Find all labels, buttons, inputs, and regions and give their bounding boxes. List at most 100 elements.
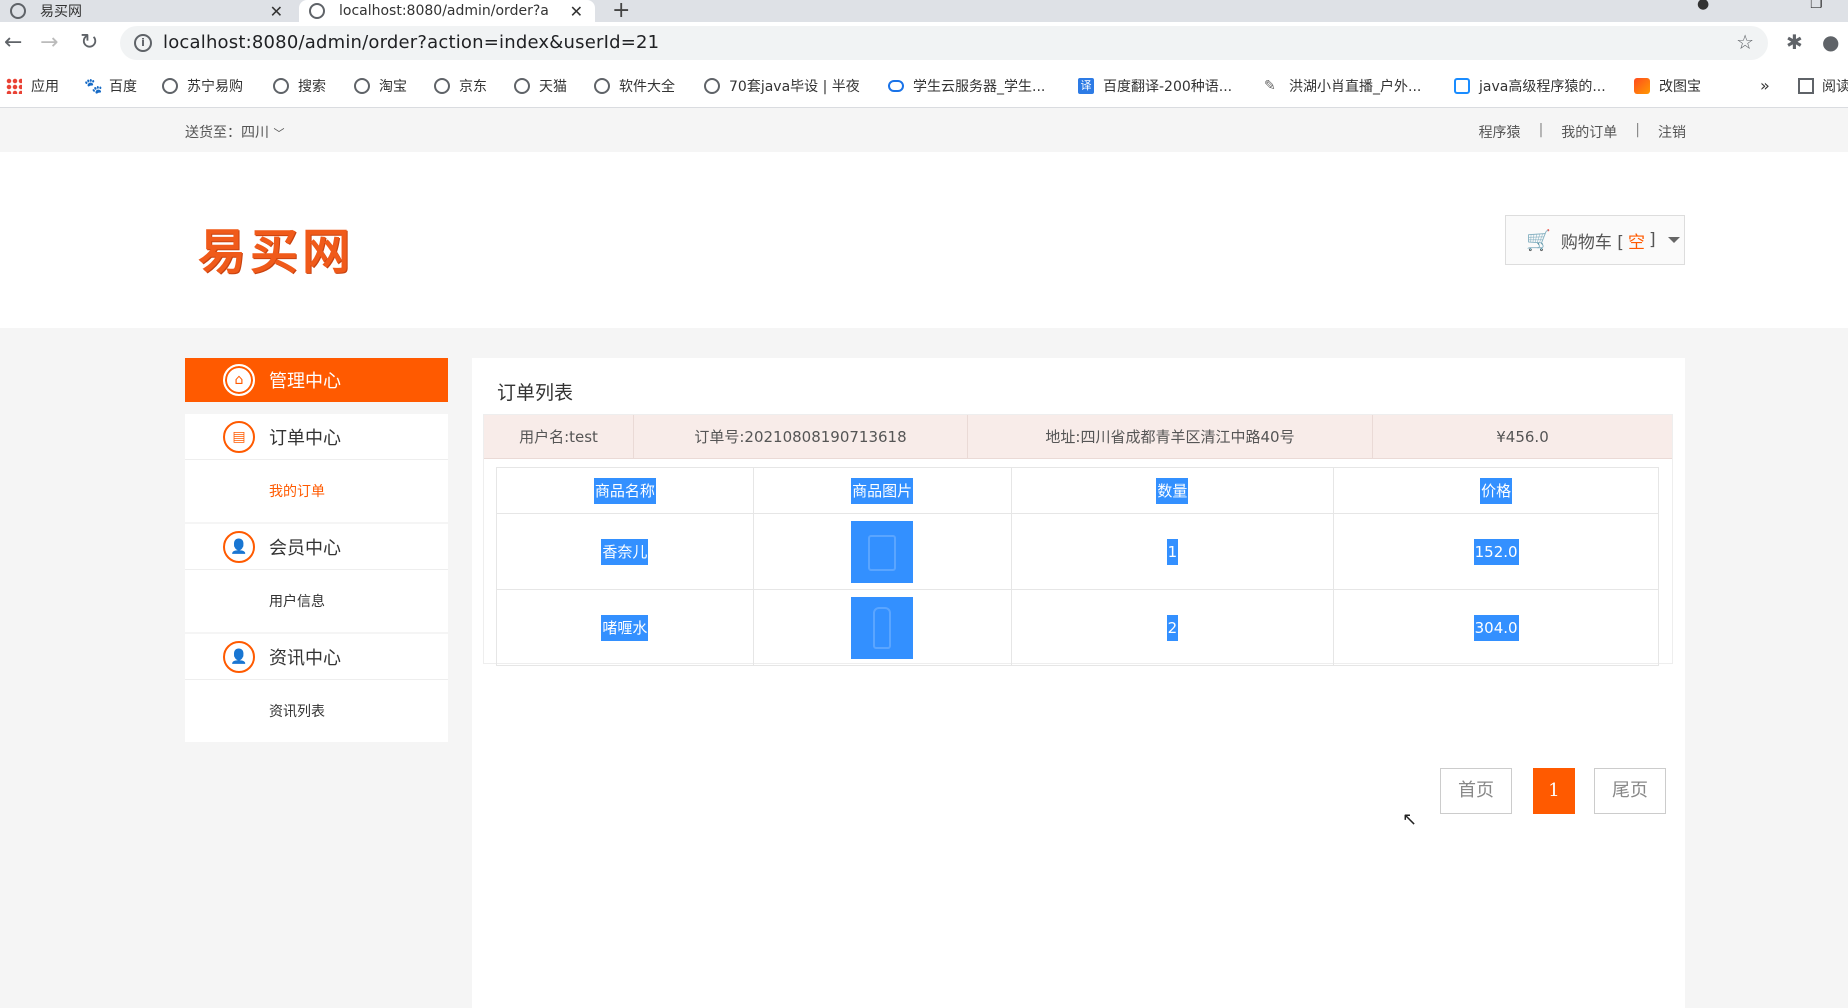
- cart-button[interactable]: 🛒 购物车 [ 空 ]: [1505, 215, 1685, 265]
- bookmark-label: java高级程序猿的...: [1479, 79, 1606, 95]
- price-value: 152.0: [1473, 538, 1519, 565]
- reading-list-label: 阅读: [1822, 79, 1848, 95]
- column-header-label: 数量: [1156, 478, 1189, 504]
- feather-icon: ✎: [1264, 78, 1276, 94]
- bookmark-label: 京东: [459, 79, 487, 95]
- translate-icon: 译: [1078, 78, 1094, 94]
- order-address: 地址:四川省成都青羊区清江中路40号: [968, 415, 1373, 459]
- chevron-down-icon: ﹀: [273, 127, 285, 140]
- profile-menu-icon[interactable]: ●: [1697, 0, 1709, 12]
- url-bar[interactable]: i localhost:8080/admin/order?action=inde…: [120, 26, 1768, 60]
- username-link[interactable]: 程序猿: [1479, 122, 1521, 142]
- sidebar-item-news-list[interactable]: 资讯列表: [185, 680, 448, 742]
- bookmarks-bar: 应用 🐾 百度 苏宁易购 搜索 淘宝 京东 天猫 软件大全 70套java毕设 |…: [0, 64, 1848, 108]
- sidebar-item-label: 管理中心: [269, 371, 341, 392]
- globe-icon: [309, 3, 325, 19]
- sidebar-item-admin-center[interactable]: ⌂ 管理中心: [185, 358, 448, 402]
- reading-list-button[interactable]: 阅读: [1798, 76, 1848, 96]
- address-toolbar: ← → ↻ i localhost:8080/admin/order?actio…: [0, 22, 1848, 64]
- site-header: 易买网 🛒 购物车 [ 空 ]: [0, 152, 1848, 328]
- bookmark-baidu-translate[interactable]: 译百度翻译-200种语...: [1078, 76, 1232, 96]
- bookmark-tmall[interactable]: 天猫: [514, 76, 567, 96]
- tab-title: 易买网: [40, 4, 82, 20]
- main-area: ⌂ 管理中心 ▤ 订单中心 我的订单 👤 会员中心 用户信息 👤 资讯中心 资讯…: [0, 328, 1848, 1008]
- sidebar-section-header[interactable]: ▤ 订单中心: [185, 414, 448, 460]
- close-icon[interactable]: ✕: [270, 2, 283, 21]
- sidebar-section-title: 订单中心: [269, 427, 341, 449]
- tab-admin-order[interactable]: localhost:8080/admin/order?a ✕: [299, 0, 595, 22]
- product-name[interactable]: 香奈儿: [601, 539, 649, 565]
- product-name[interactable]: 啫喱水: [601, 615, 649, 641]
- bookmark-software[interactable]: 软件大全: [594, 76, 675, 96]
- bookmark-suning[interactable]: 苏宁易购: [162, 76, 243, 96]
- bookmark-label: 淘宝: [379, 79, 407, 95]
- divider: |: [1635, 122, 1640, 138]
- bookmark-java-projects[interactable]: 70套java毕设 | 半夜: [704, 76, 860, 96]
- bookmark-label: 洪湖小肖直播_户外...: [1289, 79, 1422, 95]
- order-icon: ▤: [223, 420, 255, 453]
- bookmark-jd[interactable]: 京东: [434, 76, 487, 96]
- globe-icon: [162, 78, 178, 94]
- forward-icon[interactable]: →: [40, 30, 58, 55]
- pager-page-1[interactable]: 1: [1533, 768, 1575, 814]
- bookmark-label: 百度翻译-200种语...: [1103, 79, 1233, 95]
- back-icon[interactable]: ←: [4, 30, 22, 55]
- globe-icon: [273, 78, 289, 94]
- deliver-to-selector[interactable]: 送货至：四川 ﹀: [185, 122, 284, 142]
- my-orders-link[interactable]: 我的订单: [1561, 122, 1617, 142]
- page-title: 订单列表: [497, 382, 574, 404]
- sidebar-section-title: 资讯中心: [269, 647, 341, 669]
- site-logo[interactable]: 易买网: [198, 212, 354, 282]
- mouse-cursor-icon: ↖: [1402, 809, 1418, 830]
- bookmark-search[interactable]: 搜索: [273, 76, 326, 96]
- perfume-bottle-icon: [868, 534, 897, 571]
- column-header: 价格: [1333, 467, 1659, 514]
- bookmark-apps[interactable]: 应用: [6, 76, 59, 96]
- sidebar-section-header[interactable]: 👤 资讯中心: [185, 634, 448, 680]
- product-image-cell: [752, 513, 1012, 590]
- bookmark-java-senior[interactable]: java高级程序猿的...: [1454, 76, 1606, 96]
- pager-last-button[interactable]: 尾页: [1594, 768, 1666, 814]
- sidebar-section-header[interactable]: 👤 会员中心: [185, 524, 448, 570]
- sidebar-section-news: 👤 资讯中心 资讯列表: [185, 634, 448, 742]
- column-header-label: 商品图片: [851, 478, 914, 504]
- sidebar-item-user-info[interactable]: 用户信息: [185, 570, 448, 632]
- product-name-cell: 香奈儿: [496, 513, 754, 590]
- bookmark-taobao[interactable]: 淘宝: [354, 76, 407, 96]
- quantity-cell: 1: [1010, 513, 1335, 590]
- close-icon[interactable]: ✕: [570, 2, 583, 21]
- bookmark-baidu[interactable]: 🐾 百度: [84, 76, 137, 96]
- sidebar-item-my-orders[interactable]: 我的订单: [185, 460, 448, 522]
- globe-icon: [704, 78, 720, 94]
- deliver-to-label: 送货至：四川: [185, 125, 269, 141]
- reload-icon[interactable]: ↻: [80, 30, 98, 55]
- bookmark-star-icon[interactable]: ☆: [1736, 30, 1754, 54]
- restore-window-icon[interactable]: ❐: [1810, 0, 1823, 12]
- globe-icon: [10, 3, 26, 19]
- profile-avatar-icon[interactable]: ●: [1822, 30, 1839, 54]
- caret-down-icon: [1667, 237, 1680, 243]
- sidebar-section-title: 会员中心: [269, 537, 341, 559]
- pager-first-button[interactable]: 首页: [1440, 768, 1512, 814]
- bookmark-honghu-live[interactable]: ✎ 洪湖小肖直播_户外...: [1264, 76, 1421, 96]
- bookmark-student-cloud[interactable]: 学生云服务器_学生...: [888, 76, 1045, 96]
- cloud-icon: [888, 80, 904, 92]
- user-icon: 👤: [223, 640, 255, 673]
- user-links: 程序猿 | 我的订单 | 注销: [1479, 122, 1686, 142]
- price-value: 304.0: [1473, 614, 1519, 641]
- product-image[interactable]: [851, 520, 914, 583]
- order-list-panel: 订单列表 用户名:test 订单号:20210808190713618 地址:四…: [472, 358, 1685, 1008]
- order-number: 订单号:20210808190713618: [634, 415, 968, 459]
- new-tab-button[interactable]: +: [612, 0, 630, 23]
- site-info-icon[interactable]: i: [134, 34, 152, 52]
- extensions-puzzle-icon[interactable]: ✱: [1786, 30, 1803, 54]
- bookmark-gaitubao[interactable]: 改图宝: [1634, 76, 1701, 96]
- order-summary-row: 用户名:test 订单号:20210808190713618 地址:四川省成都青…: [484, 415, 1672, 459]
- product-image[interactable]: [851, 596, 914, 659]
- logout-link[interactable]: 注销: [1658, 122, 1686, 142]
- tab-title: localhost:8080/admin/order?a: [339, 3, 549, 19]
- bookmarks-overflow-button[interactable]: »: [1760, 76, 1770, 95]
- url-text[interactable]: localhost:8080/admin/order?action=index&…: [163, 32, 659, 53]
- tab-yimaiwang[interactable]: 易买网 ✕: [0, 0, 295, 22]
- column-header: 商品图片: [752, 467, 1012, 514]
